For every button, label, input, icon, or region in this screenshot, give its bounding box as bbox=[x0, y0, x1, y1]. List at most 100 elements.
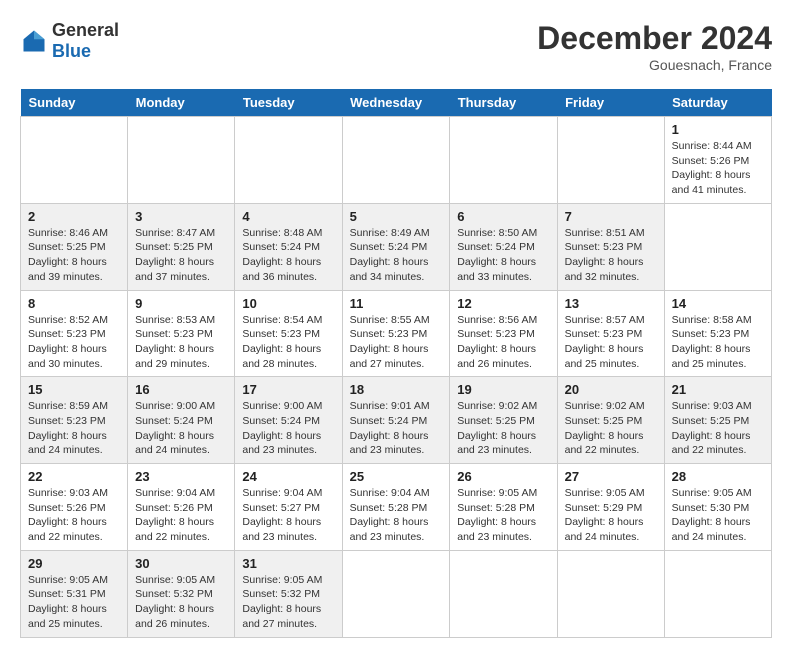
col-saturday: Saturday bbox=[664, 89, 771, 117]
day-number: 27 bbox=[565, 469, 657, 484]
day-info: Sunrise: 8:52 AMSunset: 5:23 PMDaylight:… bbox=[28, 314, 108, 370]
day-info: Sunrise: 8:59 AMSunset: 5:23 PMDaylight:… bbox=[28, 400, 108, 456]
day-number: 13 bbox=[565, 296, 657, 311]
day-info: Sunrise: 8:57 AMSunset: 5:23 PMDaylight:… bbox=[565, 314, 645, 370]
day-info: Sunrise: 8:50 AMSunset: 5:24 PMDaylight:… bbox=[457, 227, 537, 283]
calendar-cell bbox=[342, 117, 450, 204]
calendar-table: Sunday Monday Tuesday Wednesday Thursday… bbox=[20, 89, 772, 638]
calendar-cell: 17 Sunrise: 9:00 AMSunset: 5:24 PMDayligh… bbox=[235, 377, 342, 464]
calendar-cell: 5 Sunrise: 8:49 AMSunset: 5:24 PMDaylight… bbox=[342, 203, 450, 290]
calendar-cell: 28 Sunrise: 9:05 AMSunset: 5:30 PMDayligh… bbox=[664, 464, 771, 551]
logo-text: General Blue bbox=[52, 20, 119, 62]
col-wednesday: Wednesday bbox=[342, 89, 450, 117]
logo-icon bbox=[20, 27, 48, 55]
day-number: 10 bbox=[242, 296, 334, 311]
calendar-cell: 1Sunrise: 8:44 AMSunset: 5:26 PMDaylight… bbox=[664, 117, 771, 204]
day-number: 14 bbox=[672, 296, 764, 311]
day-info: Sunrise: 8:46 AMSunset: 5:25 PMDaylight:… bbox=[28, 227, 108, 283]
day-number: 30 bbox=[135, 556, 227, 571]
day-number: 25 bbox=[350, 469, 443, 484]
calendar-week: 15 Sunrise: 8:59 AMSunset: 5:23 PMDayligh… bbox=[21, 377, 772, 464]
calendar-cell: 6Sunrise: 8:50 AMSunset: 5:24 PMDaylight… bbox=[450, 203, 557, 290]
day-number: 16 bbox=[135, 382, 227, 397]
calendar-cell: 29Sunrise: 9:05 AMSunset: 5:31 PMDayligh… bbox=[21, 550, 128, 637]
calendar-cell bbox=[450, 550, 557, 637]
day-number: 2 bbox=[28, 209, 120, 224]
logo: General Blue bbox=[20, 20, 119, 62]
day-number: 17 bbox=[242, 382, 334, 397]
calendar-cell: 22 Sunrise: 9:03 AMSunset: 5:26 PMDayligh… bbox=[21, 464, 128, 551]
calendar-week: 2 Sunrise: 8:46 AMSunset: 5:25 PMDaylight… bbox=[21, 203, 772, 290]
day-info: Sunrise: 8:49 AMSunset: 5:24 PMDaylight:… bbox=[350, 227, 430, 283]
day-info: Sunrise: 8:53 AMSunset: 5:23 PMDaylight:… bbox=[135, 314, 215, 370]
logo-blue: Blue bbox=[52, 41, 91, 61]
logo-general: General bbox=[52, 20, 119, 40]
col-sunday: Sunday bbox=[21, 89, 128, 117]
location: Gouesnach, France bbox=[537, 57, 772, 73]
day-number: 9 bbox=[135, 296, 227, 311]
day-info: Sunrise: 9:04 AMSunset: 5:27 PMDaylight:… bbox=[242, 487, 322, 543]
calendar-cell: 15 Sunrise: 8:59 AMSunset: 5:23 PMDayligh… bbox=[21, 377, 128, 464]
day-info: Sunrise: 9:03 AMSunset: 5:26 PMDaylight:… bbox=[28, 487, 108, 543]
day-number: 3 bbox=[135, 209, 227, 224]
day-info: Sunrise: 8:58 AMSunset: 5:23 PMDaylight:… bbox=[672, 314, 752, 370]
day-number: 19 bbox=[457, 382, 549, 397]
day-info: Sunrise: 9:05 AMSunset: 5:28 PMDaylight:… bbox=[457, 487, 537, 543]
day-info: Sunrise: 9:05 AMSunset: 5:30 PMDaylight:… bbox=[672, 487, 752, 543]
col-tuesday: Tuesday bbox=[235, 89, 342, 117]
calendar-cell: 27Sunrise: 9:05 AMSunset: 5:29 PMDayligh… bbox=[557, 464, 664, 551]
calendar-cell: 7Sunrise: 8:51 AMSunset: 5:23 PMDaylight… bbox=[557, 203, 664, 290]
page-header: General Blue December 2024 Gouesnach, Fr… bbox=[20, 20, 772, 73]
day-info: Sunrise: 9:00 AMSunset: 5:24 PMDaylight:… bbox=[135, 400, 215, 456]
calendar-cell: 8 Sunrise: 8:52 AMSunset: 5:23 PMDaylight… bbox=[21, 290, 128, 377]
day-number: 23 bbox=[135, 469, 227, 484]
calendar-cell: 9 Sunrise: 8:53 AMSunset: 5:23 PMDaylight… bbox=[128, 290, 235, 377]
day-info: Sunrise: 8:44 AMSunset: 5:26 PMDaylight:… bbox=[672, 140, 752, 196]
header-row: Sunday Monday Tuesday Wednesday Thursday… bbox=[21, 89, 772, 117]
calendar-cell: 30 Sunrise: 9:05 AMSunset: 5:32 PMDayligh… bbox=[128, 550, 235, 637]
day-info: Sunrise: 9:05 AMSunset: 5:31 PMDaylight:… bbox=[28, 574, 108, 630]
day-info: Sunrise: 9:00 AMSunset: 5:24 PMDaylight:… bbox=[242, 400, 322, 456]
calendar-cell: 13 Sunrise: 8:57 AMSunset: 5:23 PMDayligh… bbox=[557, 290, 664, 377]
day-number: 26 bbox=[457, 469, 549, 484]
calendar-cell bbox=[128, 117, 235, 204]
calendar-cell: 31Sunrise: 9:05 AMSunset: 5:32 PMDayligh… bbox=[235, 550, 342, 637]
day-number: 22 bbox=[28, 469, 120, 484]
calendar-cell: 4Sunrise: 8:48 AMSunset: 5:24 PMDaylight… bbox=[235, 203, 342, 290]
day-number: 4 bbox=[242, 209, 334, 224]
calendar-cell: 14 Sunrise: 8:58 AMSunset: 5:23 PMDayligh… bbox=[664, 290, 771, 377]
calendar-cell: 21Sunrise: 9:03 AMSunset: 5:25 PMDayligh… bbox=[664, 377, 771, 464]
month-title: December 2024 bbox=[537, 20, 772, 57]
day-number: 20 bbox=[565, 382, 657, 397]
calendar-cell: 26 Sunrise: 9:05 AMSunset: 5:28 PMDayligh… bbox=[450, 464, 557, 551]
day-number: 15 bbox=[28, 382, 120, 397]
calendar-cell: 18 Sunrise: 9:01 AMSunset: 5:24 PMDayligh… bbox=[342, 377, 450, 464]
day-number: 18 bbox=[350, 382, 443, 397]
col-monday: Monday bbox=[128, 89, 235, 117]
day-number: 8 bbox=[28, 296, 120, 311]
calendar-cell: 12 Sunrise: 8:56 AMSunset: 5:23 PMDayligh… bbox=[450, 290, 557, 377]
day-number: 28 bbox=[672, 469, 764, 484]
calendar-cell bbox=[557, 117, 664, 204]
calendar-cell: 3Sunrise: 8:47 AMSunset: 5:25 PMDaylight… bbox=[128, 203, 235, 290]
day-info: Sunrise: 9:02 AMSunset: 5:25 PMDaylight:… bbox=[565, 400, 645, 456]
day-info: Sunrise: 9:03 AMSunset: 5:25 PMDaylight:… bbox=[672, 400, 752, 456]
day-number: 5 bbox=[350, 209, 443, 224]
day-number: 12 bbox=[457, 296, 549, 311]
calendar-cell: 16 Sunrise: 9:00 AMSunset: 5:24 PMDayligh… bbox=[128, 377, 235, 464]
calendar-week: 29Sunrise: 9:05 AMSunset: 5:31 PMDayligh… bbox=[21, 550, 772, 637]
day-info: Sunrise: 8:54 AMSunset: 5:23 PMDaylight:… bbox=[242, 314, 322, 370]
calendar-cell: 19Sunrise: 9:02 AMSunset: 5:25 PMDayligh… bbox=[450, 377, 557, 464]
day-info: Sunrise: 9:05 AMSunset: 5:32 PMDaylight:… bbox=[135, 574, 215, 630]
day-info: Sunrise: 9:01 AMSunset: 5:24 PMDaylight:… bbox=[350, 400, 430, 456]
calendar-week: 22 Sunrise: 9:03 AMSunset: 5:26 PMDayligh… bbox=[21, 464, 772, 551]
calendar-cell: 25Sunrise: 9:04 AMSunset: 5:28 PMDayligh… bbox=[342, 464, 450, 551]
col-thursday: Thursday bbox=[450, 89, 557, 117]
day-info: Sunrise: 8:55 AMSunset: 5:23 PMDaylight:… bbox=[350, 314, 430, 370]
day-info: Sunrise: 8:56 AMSunset: 5:23 PMDaylight:… bbox=[457, 314, 537, 370]
day-info: Sunrise: 8:51 AMSunset: 5:23 PMDaylight:… bbox=[565, 227, 645, 283]
calendar-cell: 11Sunrise: 8:55 AMSunset: 5:23 PMDayligh… bbox=[342, 290, 450, 377]
calendar-cell: 24Sunrise: 9:04 AMSunset: 5:27 PMDayligh… bbox=[235, 464, 342, 551]
calendar-week: 1Sunrise: 8:44 AMSunset: 5:26 PMDaylight… bbox=[21, 117, 772, 204]
calendar-cell bbox=[450, 117, 557, 204]
